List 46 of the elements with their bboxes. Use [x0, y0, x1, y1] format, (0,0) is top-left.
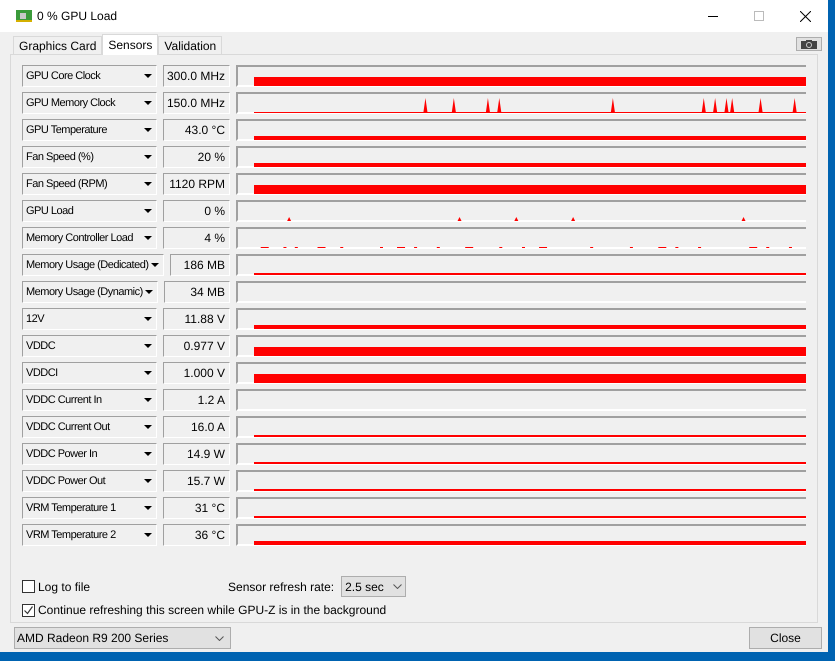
sensor-dropdown[interactable]: VDDC Current In	[22, 389, 158, 411]
sensor-dropdown[interactable]: GPU Load	[22, 200, 158, 222]
sensor-dropdown[interactable]: GPU Temperature	[22, 119, 158, 141]
sensor-dropdown[interactable]: VDDC	[22, 335, 158, 357]
window-title: 0 % GPU Load	[37, 8, 118, 25]
sensor-dropdown[interactable]: Memory Usage (Dedicated)	[22, 254, 164, 276]
sensor-dropdown[interactable]: VDDCI	[22, 362, 158, 384]
sensor-dropdown[interactable]: VRM Temperature 2	[22, 524, 158, 546]
sensor-value: 0.977 V	[163, 335, 230, 357]
close-button[interactable]: Close	[749, 627, 822, 649]
sensor-value: 186 MB	[170, 254, 230, 276]
refresh-rate-label: Sensor refresh rate:	[228, 578, 334, 596]
refresh-rate-dropdown[interactable]: 2.5 sec	[341, 576, 406, 597]
sensor-value: 150.0 MHz	[163, 92, 230, 114]
tab[interactable]: Graphics Card	[13, 36, 102, 54]
tab[interactable]: Sensors	[102, 34, 158, 55]
sensor-dropdown[interactable]: Memory Controller Load	[22, 227, 158, 249]
sensor-value: 1120 RPM	[163, 173, 230, 195]
sensor-value: 1.000 V	[163, 362, 230, 384]
sensor-dropdown[interactable]: Fan Speed (RPM)	[22, 173, 158, 195]
sensor-value: 31 °C	[163, 497, 230, 519]
sensor-dropdown[interactable]: Fan Speed (%)	[22, 146, 158, 168]
sensor-value: 1.2 A	[163, 389, 230, 411]
sensor-value: 20 %	[163, 146, 230, 168]
gpu-dropdown[interactable]: AMD Radeon R9 200 Series	[14, 627, 231, 649]
sensor-value: 300.0 MHz	[163, 65, 230, 87]
sensor-dropdown[interactable]: GPU Core Clock	[22, 65, 158, 87]
sensor-dropdown[interactable]: GPU Memory Clock	[22, 92, 158, 114]
sensor-value: 16.0 A	[163, 416, 230, 438]
sensor-value: 14.9 W	[163, 443, 230, 465]
sensor-value: 4 %	[163, 227, 230, 249]
sensor-dropdown[interactable]: Memory Usage (Dynamic)	[22, 281, 158, 303]
sensor-value: 0 %	[163, 200, 230, 222]
checkbox-label: Continue refreshing this screen while GPU-Z is in the background	[38, 602, 386, 619]
sensor-value: 43.0 °C	[163, 119, 230, 141]
sensor-value: 15.7 W	[163, 470, 230, 492]
sensor-dropdown[interactable]: 12V	[22, 308, 158, 330]
sensor-dropdown[interactable]: VRM Temperature 1	[22, 497, 158, 519]
checkbox-label: Log to file	[38, 578, 90, 596]
sensor-value: 11.88 V	[163, 308, 230, 330]
sensor-dropdown[interactable]: VDDC Power Out	[22, 470, 158, 492]
sensor-value: 36 °C	[163, 524, 230, 546]
sensor-value: 34 MB	[164, 281, 230, 303]
tab[interactable]: Validation	[158, 36, 222, 54]
sensor-dropdown[interactable]: VDDC Current Out	[22, 416, 158, 438]
sensor-dropdown[interactable]: VDDC Power In	[22, 443, 158, 465]
